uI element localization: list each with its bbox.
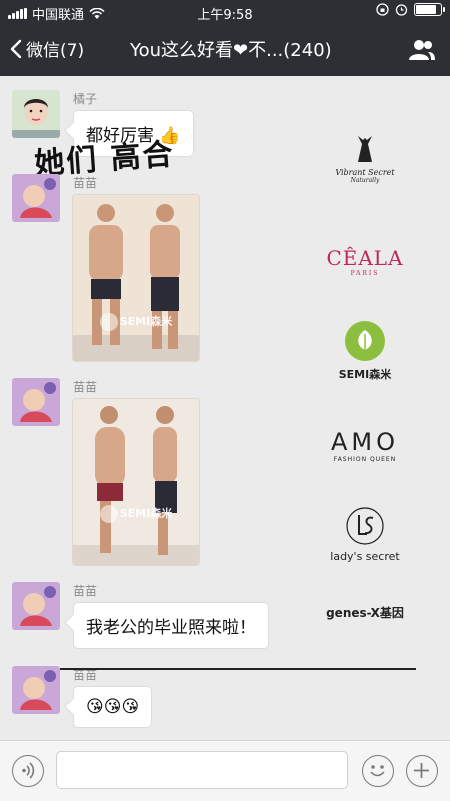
message-text: 我老公的毕业照来啦！ [86,618,256,638]
sender-name: 苗苗 [73,584,98,598]
brand-logo: Vibrant Secret Naturally [310,134,420,184]
back-label: 微信(7) [26,41,85,61]
back-button[interactable]: 微信(7) [10,36,84,61]
rotation-lock-icon [376,3,389,16]
voice-icon [22,762,35,779]
brand-logo: lady's secret [310,506,420,563]
avatar[interactable] [12,90,60,138]
status-bar: 中国联通 上午9:58 [0,0,450,24]
brand-logo: CÊALA PARIS [326,246,404,277]
chevron-left-icon [10,39,22,58]
avatar[interactable] [12,174,60,222]
input-bar [0,740,450,801]
nav-bar: 微信(7) You这么好看❤不...(240) [0,24,450,76]
battery-icon [414,3,445,16]
message-photo[interactable]: SEMI森米 [72,398,200,566]
semi-logo-icon [99,313,118,331]
avatar[interactable] [12,666,60,714]
voice-button[interactable] [12,755,44,787]
smiley-icon [370,765,385,777]
avatar[interactable] [12,378,60,426]
sender-name: 苗苗 [73,176,98,190]
brand-logo: AMO FASHION QUEEN [330,428,399,463]
sender-name: 橘子 [73,92,98,106]
chat-list[interactable]: 橘子 都好厉害 👍 她们 高合 苗苗 SEMI森米 苗苗 SEMI森米 苗苗 我… [0,76,450,740]
message-bubble[interactable]: 我老公的毕业照来啦！ [73,602,269,649]
avatar[interactable] [12,582,60,630]
alarm-icon [395,4,408,16]
sender-name: 苗苗 [73,380,98,394]
overlay-line [60,668,416,670]
plus-icon [414,763,429,778]
brand-logo: SEMI森米 [310,320,420,382]
photo-watermark: SEMI森米 [73,313,199,331]
message-bubble[interactable]: 😘😘😘 [73,686,153,728]
group-members-icon[interactable] [408,38,436,62]
ls-monogram-icon [346,507,384,545]
dress-logo-icon [358,136,372,162]
emoji-text: 😘😘😘 [86,697,140,717]
emoji-button[interactable] [362,755,394,787]
semi-leaf-logo-icon [345,321,385,361]
chat-title: You这么好看❤不...(240) [130,40,332,61]
brand-logo: genes-X基因 [326,606,404,620]
more-button[interactable] [406,755,438,787]
semi-logo-icon [99,505,118,523]
message-photo[interactable]: SEMI森米 [72,194,200,362]
message-input[interactable] [56,751,348,789]
photo-watermark: SEMI森米 [73,505,199,523]
top-bar: 中国联通 上午9:58 微信(7) You这么好看❤不...(240) [0,0,450,76]
